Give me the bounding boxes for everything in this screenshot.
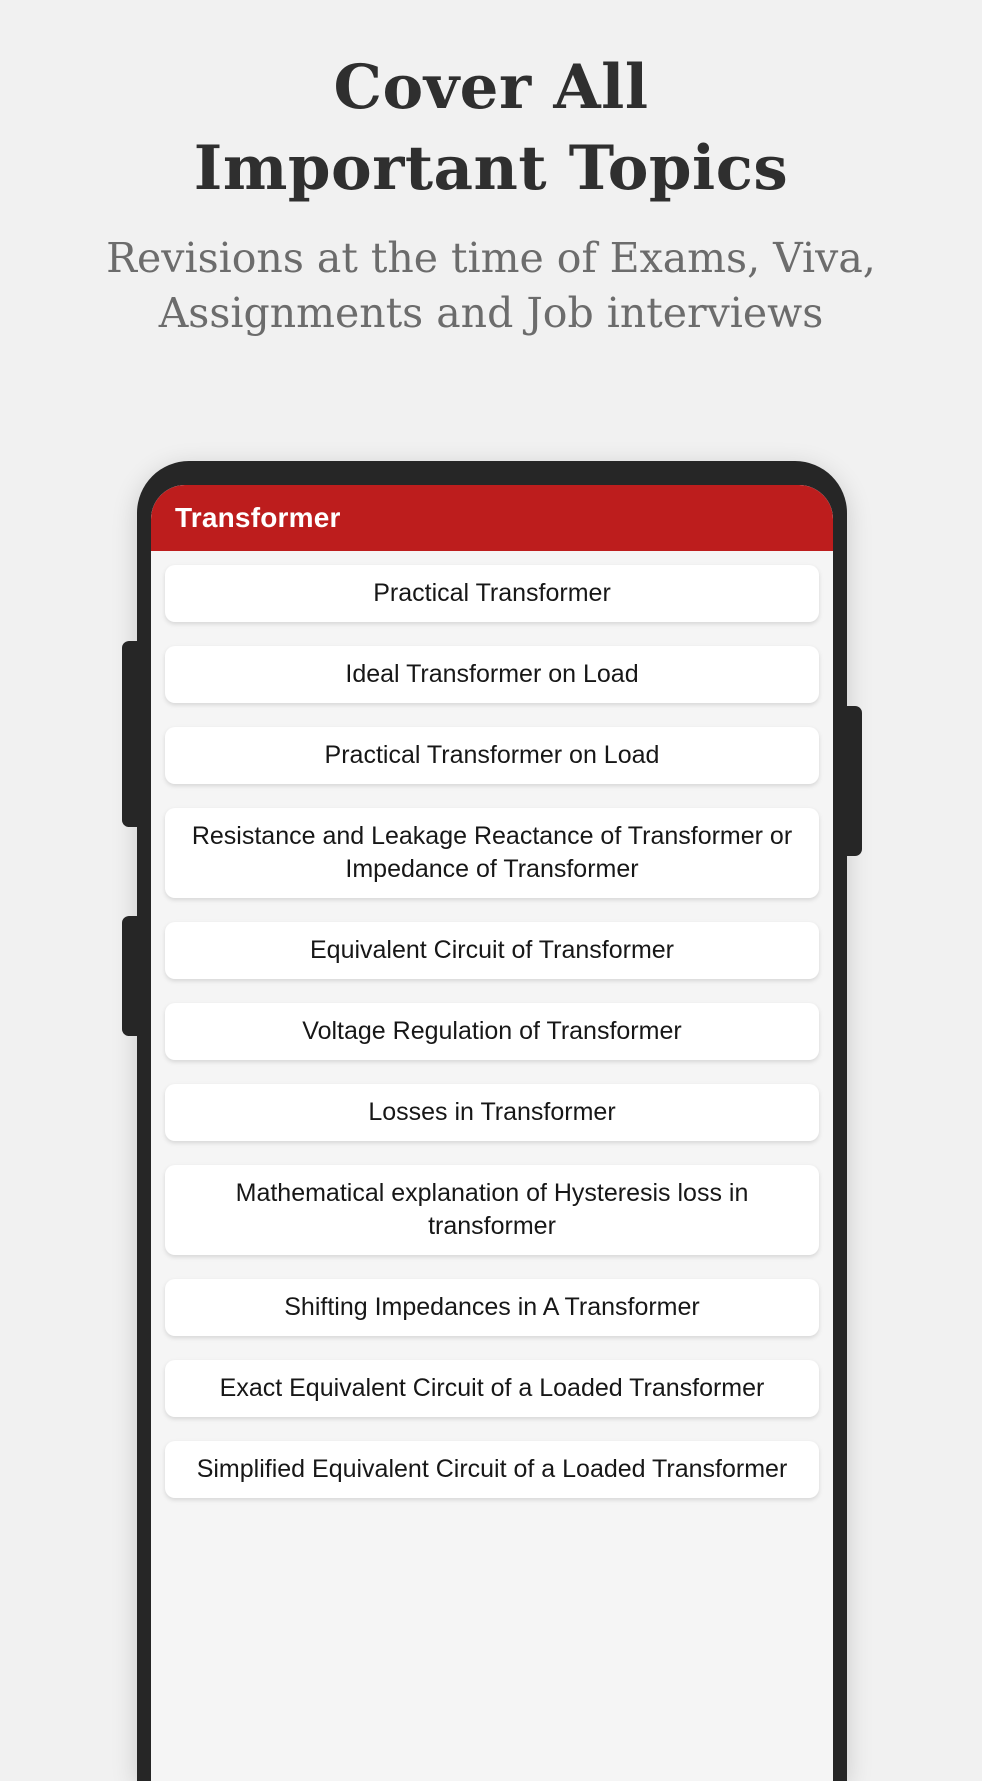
power-button[interactable] <box>844 706 862 856</box>
page-title: Cover All Important Topics <box>0 48 982 209</box>
list-item[interactable]: Practical Transformer on Load <box>165 727 819 784</box>
page-title-line-1: Cover All <box>333 52 649 123</box>
phone-mockup: Transformer Practical Transformer Ideal … <box>122 461 862 1781</box>
volume-down-button[interactable] <box>122 916 140 1036</box>
list-item[interactable]: Ideal Transformer on Load <box>165 646 819 703</box>
app-bar-title: Transformer <box>175 502 341 533</box>
page-title-line-2: Important Topics <box>193 132 789 204</box>
list-item[interactable]: Voltage Regulation of Transformer <box>165 1003 819 1060</box>
list-item-label: Practical Transformer on Load <box>324 741 660 769</box>
list-item-label: Equivalent Circuit of Transformer <box>309 936 675 964</box>
list-item-label: Simplified Equivalent Circuit of a Loade… <box>196 1455 788 1483</box>
list-item-label: Practical Transformer <box>373 579 611 607</box>
list-item[interactable]: Simplified Equivalent Circuit of a Loade… <box>165 1441 819 1498</box>
promo-header: Cover All Important Topics Revisions at … <box>0 0 982 340</box>
list-item-label: Mathematical explanation of Hysteresis l… <box>235 1179 749 1240</box>
list-item-label: Exact Equivalent Circuit of a Loaded Tra… <box>219 1374 765 1402</box>
page-subtitle-line-2: Assignments and Job interviews <box>158 288 824 337</box>
list-item-label: Resistance and Leakage Reactance of Tran… <box>191 822 793 883</box>
volume-up-button[interactable] <box>122 641 140 827</box>
page-subtitle-line-1: Revisions at the time of Exams, Viva, <box>106 234 876 283</box>
phone-screen: Transformer Practical Transformer Ideal … <box>151 485 833 1781</box>
list-item[interactable]: Resistance and Leakage Reactance of Tran… <box>165 808 819 898</box>
list-item[interactable]: Shifting Impedances in A Transformer <box>165 1279 819 1336</box>
list-item[interactable]: Practical Transformer <box>165 565 819 622</box>
list-item[interactable]: Mathematical explanation of Hysteresis l… <box>165 1165 819 1255</box>
list-item[interactable]: Losses in Transformer <box>165 1084 819 1141</box>
list-item-label: Shifting Impedances in A Transformer <box>284 1293 700 1321</box>
list-item[interactable]: Equivalent Circuit of Transformer <box>165 922 819 979</box>
list-item-label: Ideal Transformer on Load <box>345 660 639 688</box>
page-subtitle: Revisions at the time of Exams, Viva, As… <box>0 209 982 340</box>
app-bar: Transformer <box>151 485 833 551</box>
list-item-label: Voltage Regulation of Transformer <box>302 1017 682 1045</box>
topic-list[interactable]: Practical Transformer Ideal Transformer … <box>151 551 833 1781</box>
list-item[interactable]: Exact Equivalent Circuit of a Loaded Tra… <box>165 1360 819 1417</box>
list-item-label: Losses in Transformer <box>368 1098 616 1126</box>
